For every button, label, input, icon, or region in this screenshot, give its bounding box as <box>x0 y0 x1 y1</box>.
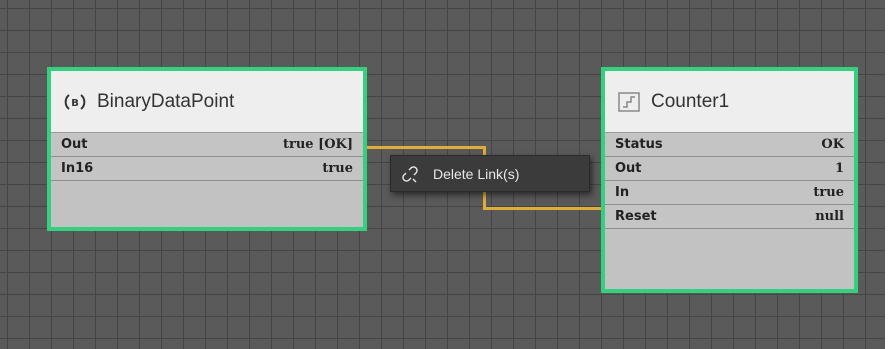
slot-label: In16 <box>61 161 94 176</box>
slot-value: OK <box>821 137 844 152</box>
context-menu-item-label: Delete Link(s) <box>433 165 520 182</box>
slot-label: Out <box>615 161 642 176</box>
block-footer <box>51 181 363 227</box>
svg-text:B: B <box>71 98 79 109</box>
block-counter1[interactable]: Counter1 Status OK Out 1 In true Reset n… <box>601 67 858 293</box>
context-menu-item-delete-links[interactable]: Delete Link(s) <box>391 156 589 191</box>
block-title: BinaryDataPoint <box>97 90 235 112</box>
slot-row-status[interactable]: Status OK <box>605 133 854 157</box>
slot-value: true [OK] <box>282 137 353 152</box>
slot-row-reset[interactable]: Reset null <box>605 205 854 229</box>
slot-row-out[interactable]: Out true [OK] <box>51 133 363 157</box>
block-footer <box>605 229 854 269</box>
link-wire-segment-3[interactable] <box>483 207 605 210</box>
slot-row-in16[interactable]: In16 true <box>51 157 363 181</box>
block-header[interactable]: B BinaryDataPoint <box>51 71 363 133</box>
slot-label: Status <box>615 137 663 152</box>
block-binarydatapoint[interactable]: B BinaryDataPoint Out true [OK] In16 tru… <box>47 67 367 231</box>
slot-value: true <box>813 185 844 200</box>
slot-row-in[interactable]: In true <box>605 181 854 205</box>
slot-value: true <box>322 161 353 176</box>
slot-label: Out <box>61 137 88 152</box>
slot-label: In <box>615 185 630 200</box>
binary-datapoint-icon: B <box>63 90 87 114</box>
slot-row-out[interactable]: Out 1 <box>605 157 854 181</box>
slot-value: 1 <box>834 161 844 176</box>
wiresheet-canvas[interactable]: B BinaryDataPoint Out true [OK] In16 tru… <box>0 0 885 349</box>
context-menu: Delete Link(s) <box>390 155 590 192</box>
slot-label: Reset <box>615 209 657 224</box>
counter-icon <box>617 90 641 114</box>
link-wire-segment-1[interactable] <box>363 146 485 149</box>
slot-value: null <box>815 209 844 224</box>
block-header[interactable]: Counter1 <box>605 71 854 133</box>
block-title: Counter1 <box>651 90 730 112</box>
unlink-icon <box>401 165 419 183</box>
